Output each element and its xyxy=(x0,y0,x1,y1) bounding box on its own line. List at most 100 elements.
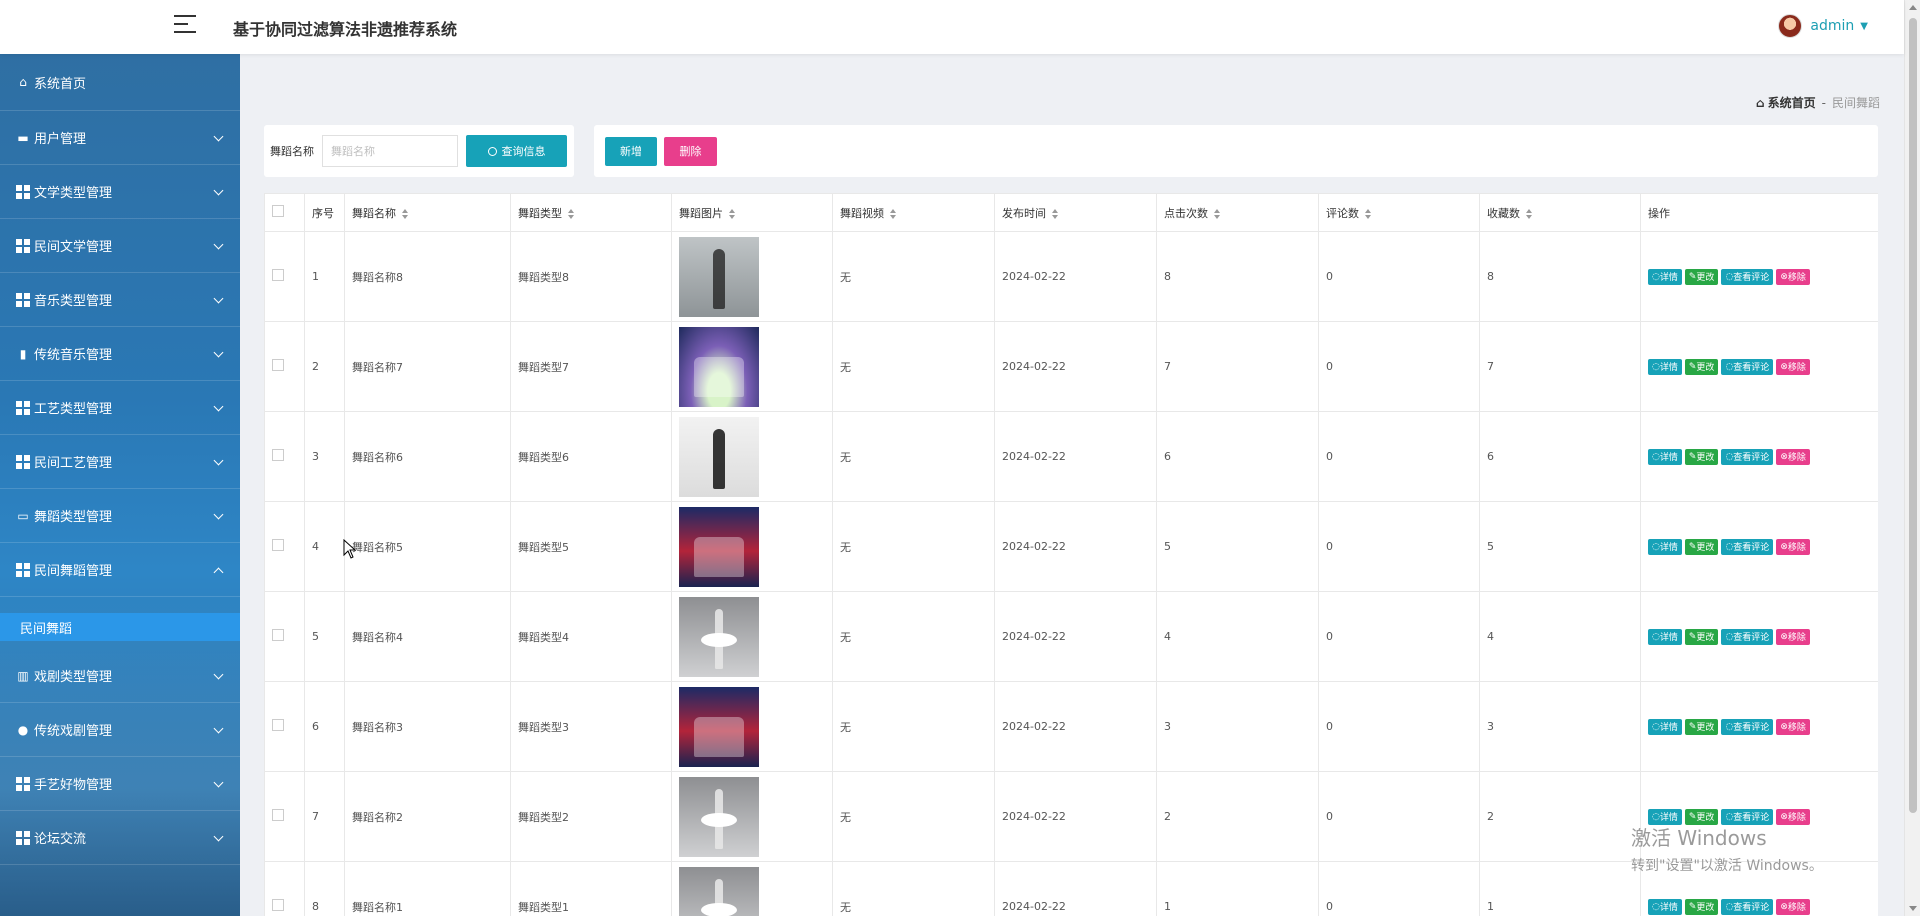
edit-button[interactable]: ✎ 更改 xyxy=(1684,268,1719,285)
detail-button[interactable]: ◌ 详情 xyxy=(1648,448,1682,465)
row-checkbox[interactable] xyxy=(272,449,284,461)
vertical-scrollbar[interactable] xyxy=(1904,0,1920,916)
remove-button[interactable]: ⊗ 移除 xyxy=(1776,718,1810,735)
column-header[interactable]: 舞蹈类型 xyxy=(510,193,672,232)
dance-thumbnail[interactable] xyxy=(679,776,759,857)
column-header[interactable]: 发布时间 xyxy=(994,193,1157,232)
remove-button[interactable]: ⊗ 移除 xyxy=(1776,808,1810,825)
table-header-row: 序号 舞蹈名称 舞蹈类型 舞蹈图片 舞蹈视频 发布时间 点击次数 评论数 收藏数 操作 xyxy=(264,193,1878,232)
sort-icon[interactable] xyxy=(1526,208,1532,219)
sidebar-item-10[interactable]: ▥ 戏剧类型管理 xyxy=(0,649,240,703)
sidebar-item-7[interactable]: 民间工艺管理 xyxy=(0,435,240,489)
sidebar-item-12[interactable]: 手艺好物管理 xyxy=(0,757,240,811)
detail-button[interactable]: ◌ 详情 xyxy=(1648,268,1682,285)
detail-button[interactable]: ◌ 详情 xyxy=(1648,808,1682,825)
remove-button[interactable]: ⊗ 移除 xyxy=(1776,628,1810,645)
sort-icon[interactable] xyxy=(1214,208,1220,219)
dance-thumbnail[interactable] xyxy=(679,596,759,677)
column-header: 序号 xyxy=(304,193,345,232)
detail-button[interactable]: ◌ 详情 xyxy=(1648,538,1682,555)
column-header[interactable]: 点击次数 xyxy=(1156,193,1319,232)
view-comments-button[interactable]: ◌ 查看评论 xyxy=(1721,628,1774,645)
sidebar-item-3[interactable]: 民间文学管理 xyxy=(0,219,240,273)
column-header[interactable]: 舞蹈图片 xyxy=(671,193,833,232)
remove-button[interactable]: ⊗ 移除 xyxy=(1776,358,1810,375)
edit-button[interactable]: ✎ 更改 xyxy=(1684,718,1719,735)
sidebar-item-6[interactable]: 工艺类型管理 xyxy=(0,381,240,435)
row-actions: ◌ 详情 ✎ 更改 ◌ 查看评论 ⊗ 移除 xyxy=(1640,861,1878,916)
breadcrumb-home[interactable]: ⌂ 系统首页 xyxy=(1756,94,1816,111)
dance-thumbnail[interactable] xyxy=(679,326,759,407)
edit-button[interactable]: ✎ 更改 xyxy=(1684,808,1719,825)
column-header[interactable]: 舞蹈名称 xyxy=(344,193,511,232)
view-comments-button[interactable]: ◌ 查看评论 xyxy=(1721,448,1774,465)
sidebar-item-8[interactable]: ▭ 舞蹈类型管理 xyxy=(0,489,240,543)
view-comments-button[interactable]: ◌ 查看评论 xyxy=(1721,538,1774,555)
dance-thumbnail[interactable] xyxy=(679,866,759,916)
add-button[interactable]: 新增 xyxy=(605,136,657,166)
row-checkbox[interactable] xyxy=(272,629,284,641)
sort-icon[interactable] xyxy=(890,208,896,219)
sidebar-item-4[interactable]: 音乐类型管理 xyxy=(0,273,240,327)
row-checkbox[interactable] xyxy=(272,359,284,371)
row-select-cell xyxy=(264,681,305,772)
column-header[interactable]: 评论数 xyxy=(1318,193,1480,232)
detail-button[interactable]: ◌ 详情 xyxy=(1648,898,1682,915)
remove-button[interactable]: ⊗ 移除 xyxy=(1776,448,1810,465)
scrollbar-thumb[interactable] xyxy=(1909,18,1917,813)
view-comments-button[interactable]: ◌ 查看评论 xyxy=(1721,808,1774,825)
edit-button[interactable]: ✎ 更改 xyxy=(1684,448,1719,465)
delete-button[interactable]: 删除 xyxy=(664,136,717,166)
detail-button[interactable]: ◌ 详情 xyxy=(1648,628,1682,645)
detail-button[interactable]: ◌ 详情 xyxy=(1648,358,1682,375)
select-all-checkbox[interactable] xyxy=(272,205,284,217)
chevron-down-icon xyxy=(213,131,224,142)
sidebar-item-13[interactable]: 论坛交流 xyxy=(0,811,240,865)
dance-thumbnail[interactable] xyxy=(679,416,759,497)
sort-icon[interactable] xyxy=(402,208,408,219)
sidebar-item-11[interactable]: ● 传统戏剧管理 xyxy=(0,703,240,757)
view-comments-button[interactable]: ◌ 查看评论 xyxy=(1721,358,1774,375)
row-checkbox[interactable] xyxy=(272,539,284,551)
edit-button[interactable]: ✎ 更改 xyxy=(1684,538,1719,555)
dance-thumbnail[interactable] xyxy=(679,506,759,587)
view-comments-icon: ◌ xyxy=(1725,361,1734,372)
dance-type: 舞蹈类型6 xyxy=(510,411,672,502)
menu-toggle-icon[interactable] xyxy=(174,15,196,37)
sidebar-item-label: 用户管理 xyxy=(34,132,87,147)
dance-thumbnail[interactable] xyxy=(679,236,759,317)
column-header[interactable]: 收藏数 xyxy=(1479,193,1641,232)
search-button[interactable]: 查询信息 xyxy=(466,135,567,167)
column-header[interactable]: 舞蹈视频 xyxy=(832,193,995,232)
sidebar-item-0[interactable]: ⌂ 系统首页 xyxy=(0,54,240,111)
scroll-down-icon[interactable] xyxy=(1909,906,1917,911)
sidebar-item-5[interactable]: ▮ 传统音乐管理 xyxy=(0,327,240,381)
dance-thumbnail[interactable] xyxy=(679,686,759,767)
view-comments-button[interactable]: ◌ 查看评论 xyxy=(1721,898,1774,915)
row-checkbox[interactable] xyxy=(272,899,284,911)
scroll-up-icon[interactable] xyxy=(1909,5,1917,10)
sort-icon[interactable] xyxy=(729,208,735,219)
view-comments-button[interactable]: ◌ 查看评论 xyxy=(1721,268,1774,285)
detail-button[interactable]: ◌ 详情 xyxy=(1648,718,1682,735)
sidebar-subitem-active[interactable]: 民间舞蹈 xyxy=(0,613,240,641)
edit-button[interactable]: ✎ 更改 xyxy=(1684,628,1719,645)
row-checkbox[interactable] xyxy=(272,809,284,821)
view-comments-button[interactable]: ◌ 查看评论 xyxy=(1721,718,1774,735)
user-menu[interactable]: admin ▼ xyxy=(1778,14,1868,38)
sort-icon[interactable] xyxy=(568,208,574,219)
edit-button[interactable]: ✎ 更改 xyxy=(1684,358,1719,375)
sidebar-item-2[interactable]: 文学类型管理 xyxy=(0,165,240,219)
search-input[interactable] xyxy=(322,135,458,167)
remove-button[interactable]: ⊗ 移除 xyxy=(1776,268,1810,285)
sidebar-item-1[interactable]: ▬ 用户管理 xyxy=(0,111,240,165)
sort-icon[interactable] xyxy=(1365,208,1371,219)
sidebar-item-9[interactable]: 民间舞蹈管理 xyxy=(0,543,240,597)
favorite-count: 2 xyxy=(1479,771,1641,862)
remove-button[interactable]: ⊗ 移除 xyxy=(1776,898,1810,915)
sort-icon[interactable] xyxy=(1052,208,1058,219)
edit-button[interactable]: ✎ 更改 xyxy=(1684,898,1719,915)
remove-button[interactable]: ⊗ 移除 xyxy=(1776,538,1810,555)
row-checkbox[interactable] xyxy=(272,719,284,731)
row-checkbox[interactable] xyxy=(272,269,284,281)
